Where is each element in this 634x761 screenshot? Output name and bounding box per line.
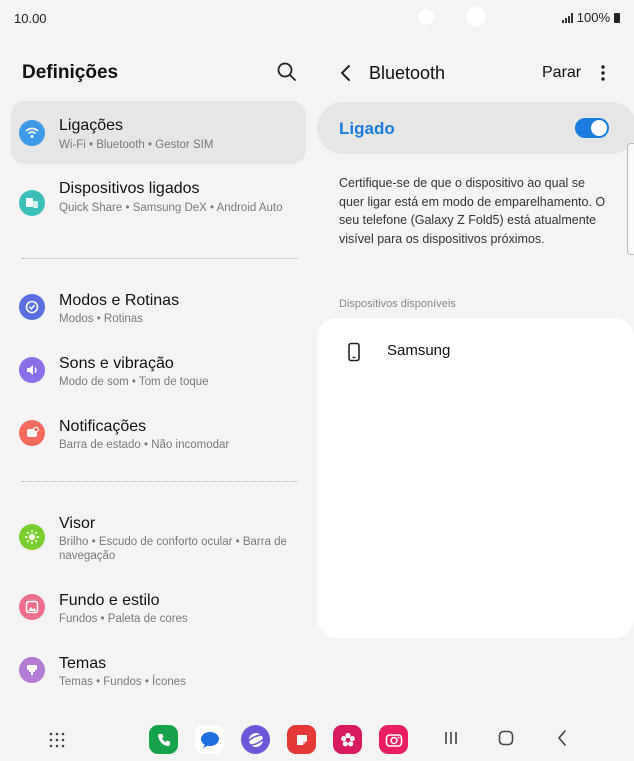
back-button[interactable] bbox=[336, 62, 356, 84]
item-subtitle: Modo de som • Tom de toque bbox=[59, 376, 209, 388]
themes-icon bbox=[19, 657, 45, 683]
status-bar: 10.00 100% bbox=[0, 0, 634, 36]
settings-item-wallpaper-style[interactable]: Fundo e estilo Fundos • Paleta de cores bbox=[11, 580, 306, 643]
settings-item-display[interactable]: Visor Brilho • Escudo de conforto ocular… bbox=[11, 503, 306, 571]
item-title: Temas bbox=[59, 655, 107, 672]
item-title: Dispositivos ligados bbox=[59, 180, 200, 197]
search-icon bbox=[277, 62, 296, 81]
app-drawer-button[interactable] bbox=[48, 731, 66, 754]
item-subtitle: Quick Share • Samsung DeX • Android Auto bbox=[59, 202, 283, 214]
phone-icon bbox=[347, 342, 361, 367]
switch-knob bbox=[591, 120, 607, 136]
home-button[interactable] bbox=[497, 729, 515, 752]
status-right: 100% bbox=[561, 10, 620, 25]
item-subtitle: Modos • Rotinas bbox=[59, 313, 143, 325]
toggle-label: Ligado bbox=[339, 119, 395, 138]
taskbar bbox=[0, 715, 634, 761]
search-button[interactable] bbox=[275, 60, 299, 84]
gallery-app-icon[interactable] bbox=[333, 725, 362, 754]
back-nav-button[interactable] bbox=[554, 729, 570, 752]
connected-devices-icon bbox=[19, 190, 45, 216]
stop-button[interactable]: Parar bbox=[542, 64, 581, 82]
available-devices-list: Samsung bbox=[317, 318, 634, 638]
device-name: Samsung bbox=[387, 342, 451, 359]
recents-icon bbox=[445, 732, 457, 744]
settings-item-connected-devices[interactable]: Dispositivos ligados Quick Share • Samsu… bbox=[11, 170, 306, 238]
device-item[interactable]: Samsung bbox=[317, 332, 634, 372]
item-subtitle: Brilho • Escudo de conforto ocular • Bar… bbox=[59, 536, 287, 562]
internet-app-icon[interactable] bbox=[241, 725, 270, 754]
section-divider bbox=[22, 258, 298, 259]
more-vertical-icon bbox=[601, 65, 605, 81]
settings-item-modes-routines[interactable]: Modos e Rotinas Modos • Rotinas bbox=[11, 280, 306, 343]
item-title: Modos e Rotinas bbox=[59, 292, 180, 309]
wallpaper-icon bbox=[19, 594, 45, 620]
home-icon bbox=[498, 730, 514, 746]
modes-icon bbox=[19, 294, 45, 320]
notes-app-icon[interactable] bbox=[287, 725, 316, 754]
settings-item-themes[interactable]: Temas Temas • Fundos • Ícones bbox=[11, 643, 306, 706]
item-subtitle: Fundos • Paleta de cores bbox=[59, 613, 188, 625]
status-time: 10.00 bbox=[14, 11, 47, 26]
item-subtitle: Wi-Fi • Bluetooth • Gestor SIM bbox=[59, 139, 214, 151]
phone-app-icon[interactable] bbox=[149, 725, 178, 754]
bluetooth-title: Bluetooth bbox=[369, 63, 446, 83]
battery-icon bbox=[614, 12, 620, 23]
camera-cutout bbox=[466, 7, 486, 27]
settings-item-connections[interactable]: Ligações Wi-Fi • Bluetooth • Gestor SIM bbox=[11, 101, 306, 164]
available-devices-header: Dispositivos disponíveis bbox=[339, 298, 456, 310]
grid-icon bbox=[49, 732, 65, 748]
wifi-icon bbox=[19, 120, 45, 146]
settings-item-notifications[interactable]: Notificações Barra de estado • Não incom… bbox=[11, 406, 306, 469]
back-icon bbox=[558, 730, 566, 746]
item-title: Ligações bbox=[59, 117, 124, 134]
camera-app-icon[interactable] bbox=[379, 725, 408, 754]
messages-app-icon[interactable] bbox=[195, 725, 224, 754]
battery-level: 100% bbox=[576, 10, 610, 25]
more-options-button[interactable] bbox=[594, 62, 612, 84]
item-subtitle: Temas • Fundos • Ícones bbox=[59, 676, 186, 688]
item-title: Sons e vibração bbox=[59, 355, 174, 372]
chevron-left-icon bbox=[341, 65, 350, 81]
bluetooth-description: Certifique-se de que o dispositivo ao qu… bbox=[339, 176, 606, 247]
scrollbar[interactable] bbox=[627, 143, 634, 255]
item-title: Notificações bbox=[59, 418, 147, 435]
item-title: Fundo e estilo bbox=[59, 592, 160, 609]
section-divider bbox=[22, 481, 298, 482]
item-title: Visor bbox=[59, 515, 96, 532]
notifications-icon bbox=[19, 420, 45, 446]
page-title: Definições bbox=[22, 62, 119, 83]
bluetooth-master-toggle[interactable]: Ligado bbox=[317, 102, 634, 154]
bluetooth-switch[interactable] bbox=[575, 118, 609, 138]
recent-apps-button[interactable] bbox=[443, 729, 459, 752]
item-subtitle: Barra de estado • Não incomodar bbox=[59, 439, 230, 451]
display-icon bbox=[19, 524, 45, 550]
sound-icon bbox=[19, 357, 45, 383]
camera-cutout bbox=[418, 9, 434, 25]
settings-item-sounds[interactable]: Sons e vibração Modo de som • Tom de toq… bbox=[11, 343, 306, 406]
signal-icon bbox=[561, 12, 573, 23]
